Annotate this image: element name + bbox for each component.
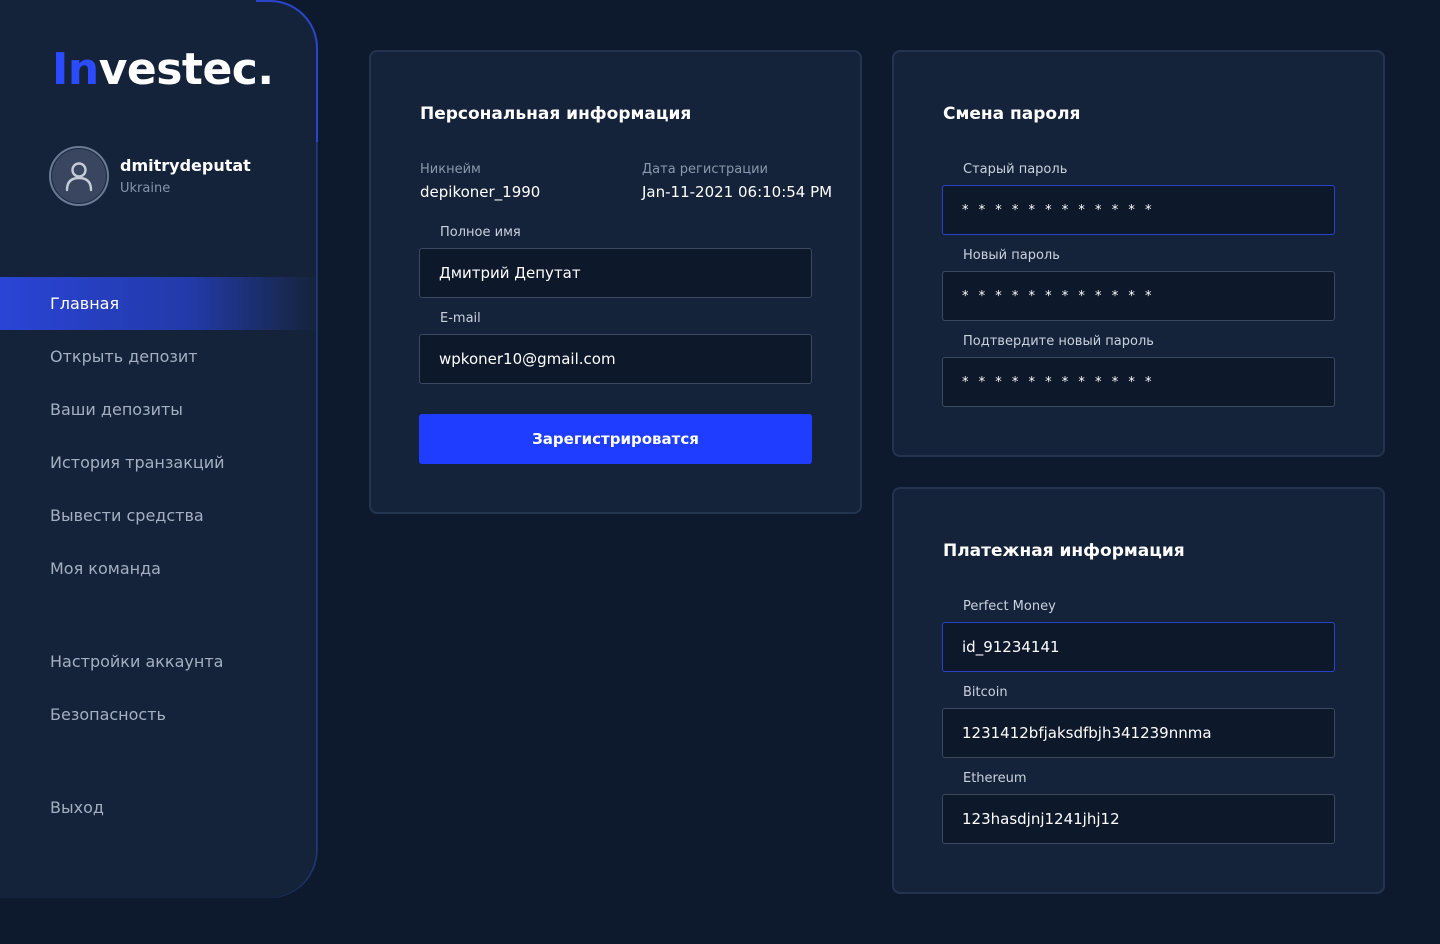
perfect-money-input[interactable]: id_91234141 <box>942 622 1335 672</box>
nav-item-logout[interactable]: Выход <box>0 781 318 834</box>
password-card: Смена пароля Старый пароль * * * * * * *… <box>892 50 1385 457</box>
reg-date-value: Jan-11-2021 06:10:54 PM <box>642 183 833 201</box>
email-input[interactable]: wpkoner10@gmail.com <box>419 334 812 384</box>
nickname-value: depikoner_1990 <box>420 183 541 201</box>
logo-accent: In <box>52 44 99 95</box>
password-title: Смена пароля <box>943 104 1081 124</box>
nav-item-transaction-history[interactable]: История транзакций <box>0 436 318 489</box>
nav-item-home[interactable]: Главная <box>0 277 318 330</box>
confirm-password-input[interactable]: * * * * * * * * * * * * <box>942 357 1335 407</box>
user-icon <box>65 162 93 192</box>
confirm-password-label: Подтвердите новый пароль <box>963 334 1154 349</box>
old-password-label: Старый пароль <box>963 162 1068 177</box>
payment-title: Платежная информация <box>943 541 1185 561</box>
nickname-label: Никнейм <box>420 162 481 177</box>
username: dmitrydeputat <box>120 156 251 175</box>
ethereum-label: Ethereum <box>963 771 1027 786</box>
bitcoin-label: Bitcoin <box>963 685 1008 700</box>
logo[interactable]: Investec. <box>52 44 274 95</box>
nav-item-withdraw[interactable]: Вывести средства <box>0 489 318 542</box>
personal-info-card: Персональная информация Никнейм depikone… <box>369 50 862 514</box>
new-password-input[interactable]: * * * * * * * * * * * * <box>942 271 1335 321</box>
ethereum-input[interactable]: 123hasdjnj1241jhj12 <box>942 794 1335 844</box>
nav-item-account-settings[interactable]: Настройки аккаунта <box>0 635 318 688</box>
user-profile[interactable]: dmitrydeputat Ukraine <box>49 146 251 206</box>
register-button[interactable]: Зарегистрироватся <box>419 414 812 464</box>
bitcoin-input[interactable]: 1231412bfjaksdfbjh341239nnma <box>942 708 1335 758</box>
email-label: E-mail <box>440 311 481 326</box>
avatar <box>49 146 109 206</box>
personal-info-title: Персональная информация <box>420 104 692 124</box>
sidebar-nav: Главная Открыть депозит Ваши депозиты Ис… <box>0 277 318 834</box>
reg-date-label: Дата регистрации <box>642 162 769 177</box>
nav-item-open-deposit[interactable]: Открыть депозит <box>0 330 318 383</box>
logo-text: vestec. <box>98 44 274 95</box>
new-password-label: Новый пароль <box>963 248 1060 263</box>
payment-card: Платежная информация Perfect Money id_91… <box>892 487 1385 894</box>
nav-item-my-team[interactable]: Моя команда <box>0 542 318 595</box>
user-country: Ukraine <box>120 181 171 196</box>
perfect-money-label: Perfect Money <box>963 599 1056 614</box>
nav-item-security[interactable]: Безопасность <box>0 688 318 741</box>
fullname-input[interactable]: Дмитрий Депутат <box>419 248 812 298</box>
nav-item-your-deposits[interactable]: Ваши депозиты <box>0 383 318 436</box>
sidebar: Investec. dmitrydeputat Ukraine Главная … <box>0 0 318 898</box>
old-password-input[interactable]: * * * * * * * * * * * * <box>942 185 1335 235</box>
fullname-label: Полное имя <box>440 225 521 240</box>
